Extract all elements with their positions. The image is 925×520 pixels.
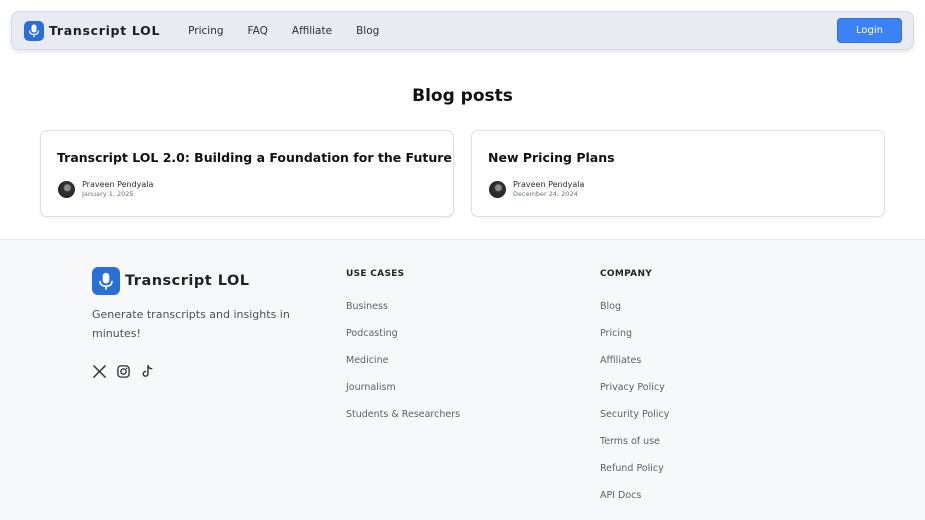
nav-link-affiliate[interactable]: Affiliate	[292, 25, 332, 37]
avatar	[58, 180, 75, 198]
footer-link-journalism[interactable]: Journalism	[346, 382, 460, 409]
nav-link-blog[interactable]: Blog	[356, 25, 379, 37]
instagram-icon[interactable]	[116, 364, 131, 379]
footer-link-terms-of-use[interactable]: Terms of use	[600, 436, 669, 463]
social-links	[92, 364, 164, 379]
footer-link-podcasting[interactable]: Podcasting	[346, 328, 460, 355]
footer-link-security-policy[interactable]: Security Policy	[600, 409, 669, 436]
blog-post-card[interactable]: New Pricing Plans Praveen Pendyala Decem…	[471, 130, 885, 217]
tiktok-icon[interactable]	[140, 364, 155, 379]
brand-name: Transcript LOL	[49, 23, 161, 38]
microphone-logo-icon	[24, 20, 44, 41]
page-title: Blog posts	[412, 86, 513, 106]
footer-brand[interactable]: Transcript LOL	[92, 267, 250, 295]
microphone-logo-icon	[92, 267, 120, 295]
footer-link-privacy-policy[interactable]: Privacy Policy	[600, 382, 669, 409]
footer-link-business[interactable]: Business	[346, 301, 460, 328]
footer-link-affiliates[interactable]: Affiliates	[600, 355, 669, 382]
footer: Transcript LOL Generate transcripts and …	[0, 239, 925, 520]
footer-brand-name: Transcript LOL	[125, 273, 250, 289]
nav-links: Pricing FAQ Affiliate Blog	[188, 25, 403, 37]
footer-link-pricing[interactable]: Pricing	[600, 328, 669, 355]
footer-link-refund-policy[interactable]: Refund Policy	[600, 463, 669, 490]
post-author: Praveen Pendyala December 24, 2024	[489, 180, 584, 198]
post-date: January 1, 2025	[82, 190, 134, 198]
company-heading: COMPANY	[600, 269, 653, 279]
post-date: December 24, 2024	[513, 190, 578, 198]
post-title: New Pricing Plans	[488, 150, 615, 165]
author-name: Praveen Pendyala	[513, 180, 585, 189]
post-author: Praveen Pendyala January 1, 2025	[58, 180, 153, 198]
login-button[interactable]: Login	[837, 18, 902, 43]
footer-link-medicine[interactable]: Medicine	[346, 355, 460, 382]
footer-link-students-researchers[interactable]: Students & Researchers	[346, 409, 460, 436]
brand-link[interactable]: Transcript LOL	[24, 20, 161, 41]
post-title: Transcript LOL 2.0: Building a Foundatio…	[57, 150, 452, 165]
author-name: Praveen Pendyala	[82, 180, 154, 189]
footer-link-blog[interactable]: Blog	[600, 301, 669, 328]
nav-link-pricing[interactable]: Pricing	[188, 25, 223, 37]
use-cases-heading: USE CASES	[346, 269, 405, 279]
nav-link-faq[interactable]: FAQ	[248, 25, 268, 37]
use-cases-list: Business Podcasting Medicine Journalism …	[346, 301, 460, 436]
blog-post-card[interactable]: Transcript LOL 2.0: Building a Foundatio…	[40, 130, 454, 217]
x-icon[interactable]	[92, 364, 107, 379]
top-navbar: Transcript LOL Pricing FAQ Affiliate Blo…	[11, 11, 914, 50]
avatar	[489, 180, 506, 198]
footer-link-api-docs[interactable]: API Docs	[600, 490, 669, 517]
company-list: Blog Pricing Affiliates Privacy Policy S…	[600, 301, 669, 517]
footer-tagline: Generate transcripts and insights in min…	[92, 308, 290, 340]
